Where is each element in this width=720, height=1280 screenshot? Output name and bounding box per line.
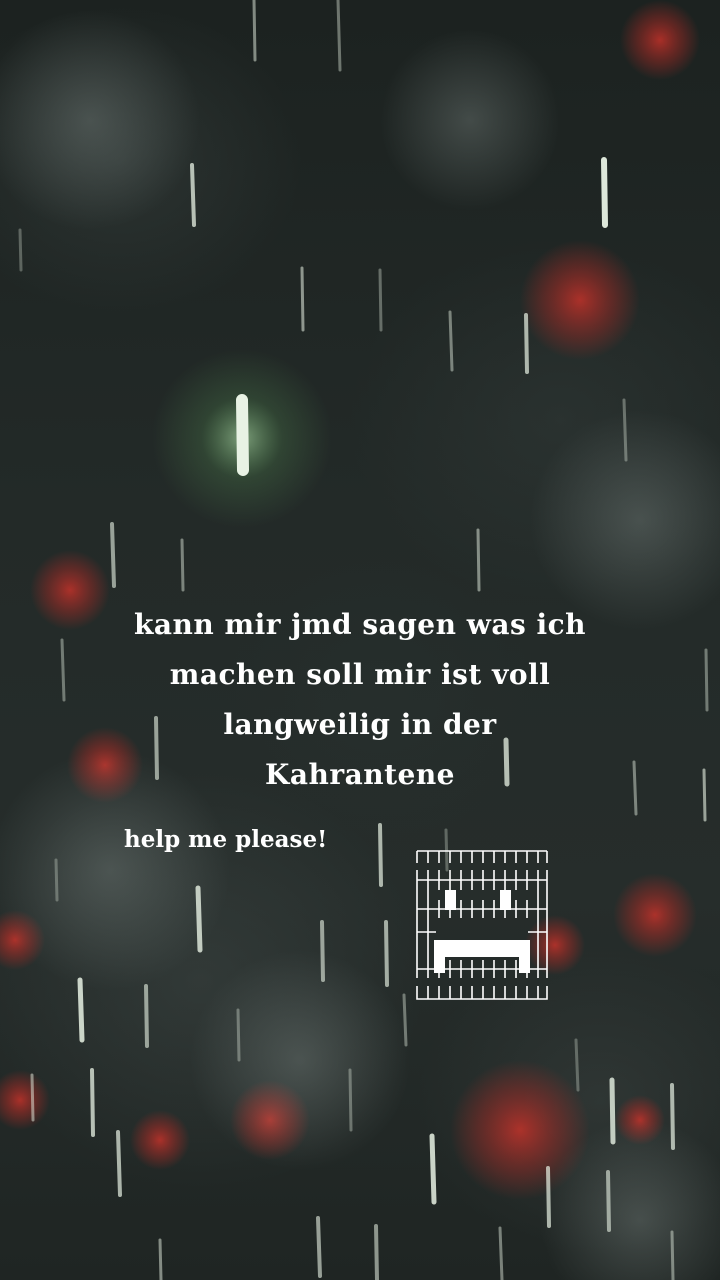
raindrop [90, 1068, 95, 1137]
help-text: help me please! [124, 826, 328, 853]
story-caption: kann mir jmd sagen was ich machen soll m… [133, 608, 587, 791]
raindrop [236, 1008, 241, 1062]
raindrop [348, 1068, 353, 1132]
raindrop [336, 0, 342, 72]
raindrop [476, 528, 481, 592]
raindrop [60, 638, 66, 702]
raindrop [429, 1133, 437, 1205]
raindrop [609, 1077, 616, 1145]
raindrop [402, 993, 408, 1047]
raindrop [77, 977, 85, 1043]
raindrop [574, 1038, 580, 1092]
raindrop [236, 394, 249, 476]
raindrop [378, 268, 383, 332]
raindrop [704, 648, 709, 712]
raindrop [30, 1073, 35, 1122]
raindrop [158, 1238, 163, 1280]
raindrop [190, 163, 196, 227]
raindrop [252, 0, 257, 62]
raindrop [670, 1083, 675, 1150]
raindrop [622, 398, 628, 462]
raindrop [524, 313, 529, 374]
raindrop [54, 858, 59, 902]
raindrop [300, 266, 305, 332]
raindrop [116, 1130, 122, 1197]
story-canvas: kann mir jmd sagen was ich machen soll m… [0, 0, 720, 1280]
raindrop [316, 1216, 322, 1278]
raindrop [702, 768, 707, 822]
raindrop [498, 1226, 504, 1280]
raindrop [606, 1170, 611, 1232]
raindrop [374, 1224, 379, 1280]
raindrop [144, 984, 149, 1048]
raindrop [195, 885, 203, 953]
raindrop [110, 522, 116, 588]
raindrop [180, 538, 185, 592]
raindrop [670, 1230, 675, 1280]
raindrop [448, 310, 454, 372]
raindrop [320, 920, 325, 982]
raindrop [18, 228, 23, 272]
raindrop [378, 823, 383, 887]
raindrop [601, 157, 608, 228]
raindrop [546, 1166, 551, 1228]
raindrop [384, 920, 389, 987]
raindrop [632, 760, 638, 816]
grinning-face-text-art-icon [416, 850, 548, 1000]
